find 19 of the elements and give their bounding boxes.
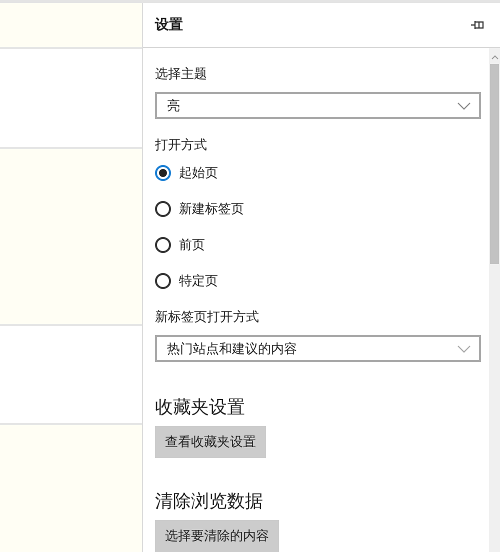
panel-title: 设置: [155, 16, 183, 34]
scrollbar[interactable]: [489, 48, 500, 552]
chevron-down-icon: [457, 344, 471, 352]
radio-option[interactable]: 起始页: [155, 163, 244, 183]
radio-option[interactable]: 前页: [155, 235, 244, 255]
pin-icon[interactable]: [470, 19, 486, 31]
radio-option[interactable]: 新建标签页: [155, 199, 244, 219]
favorites-settings-button[interactable]: 查看收藏夹设置: [155, 426, 266, 458]
scroll-up-icon[interactable]: [490, 54, 498, 60]
chevron-down-icon: [457, 102, 471, 110]
section-heading: 收藏夹设置: [155, 396, 245, 420]
new-tab-label: 新标签页打开方式: [155, 309, 259, 327]
new-tab-dropdown[interactable]: 热门站点和建议的内容: [155, 335, 481, 362]
radio-option[interactable]: 特定页: [155, 271, 244, 291]
theme-label: 选择主题: [155, 66, 207, 84]
open-with-label: 打开方式: [155, 137, 207, 155]
section-heading: 清除浏览数据: [155, 490, 263, 514]
theme-dropdown[interactable]: 亮: [155, 92, 481, 119]
clear-data-button[interactable]: 选择要清除的内容: [155, 520, 279, 552]
